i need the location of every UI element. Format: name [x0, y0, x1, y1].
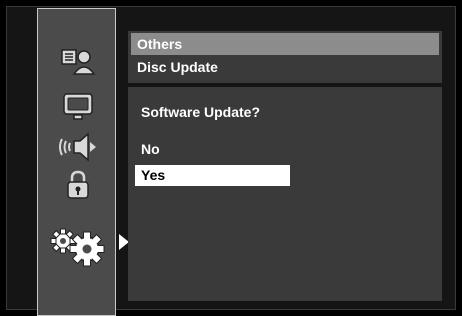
- content-panel: Others Disc Update Software Update? No Y…: [128, 31, 442, 301]
- display-icon[interactable]: [38, 87, 117, 127]
- sidebar-menu: [37, 8, 116, 316]
- menu-item-disc-update[interactable]: Disc Update: [128, 56, 442, 78]
- settings-gears-icon[interactable]: [38, 227, 117, 267]
- option-no[interactable]: No: [135, 139, 290, 160]
- divider: [128, 83, 442, 87]
- parental-lock-icon[interactable]: [38, 165, 117, 205]
- audio-icon[interactable]: [38, 127, 117, 167]
- language-icon[interactable]: [38, 41, 117, 81]
- option-yes[interactable]: Yes: [135, 165, 290, 186]
- menu-category-header: Others: [131, 33, 439, 55]
- dialog-question: Software Update?: [141, 104, 261, 120]
